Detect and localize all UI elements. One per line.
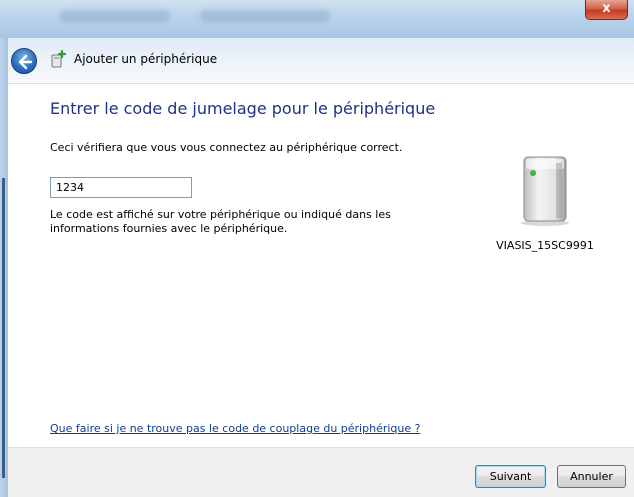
window-edge (2, 178, 5, 478)
device-name: VIASIS_15SC9991 (496, 239, 594, 252)
add-device-window: x Ajouter un périphérique Entrer le code… (0, 0, 634, 497)
add-device-icon (51, 50, 67, 68)
device-icon (521, 156, 569, 226)
code-hint: Le code est affiché sur votre périphériq… (50, 208, 391, 235)
page-description: Ceci vérifiera que vous vous connectez a… (50, 141, 403, 154)
wizard-footer: Suivant Annuler (8, 447, 634, 497)
back-button[interactable] (11, 48, 37, 74)
title-bar: x (0, 0, 634, 38)
wizard-header: Ajouter un périphérique (8, 38, 634, 84)
cancel-button[interactable]: Annuler (557, 465, 626, 488)
close-button[interactable]: x (585, 0, 628, 20)
wizard-content: Entrer le code de jumelage pour le périp… (8, 85, 634, 447)
blurred-background-text (60, 10, 170, 22)
wizard-title: Ajouter un périphérique (74, 52, 218, 66)
page-heading: Entrer le code de jumelage pour le périp… (50, 99, 436, 118)
help-link[interactable]: Que faire si je ne trouve pas le code de… (50, 422, 420, 435)
back-arrow-icon (18, 54, 33, 70)
blurred-background-text (200, 10, 330, 22)
window-left-border (0, 38, 8, 497)
next-button[interactable]: Suivant (475, 465, 546, 488)
pairing-code-input[interactable] (50, 177, 192, 198)
